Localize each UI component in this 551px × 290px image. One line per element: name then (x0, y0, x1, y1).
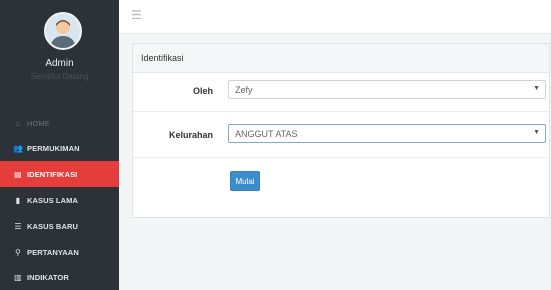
sidebar-item-label: INDIKATOR (27, 272, 69, 282)
kelurahan-select[interactable]: ANGGUT ATAS ▼ (228, 124, 546, 143)
user-profile: Admin Senarlut Datang (0, 0, 119, 100)
admin-name: Admin (45, 58, 74, 69)
identifikasi-panel: Identifikasi Oleh Zefy ▼ Kelurahan ANGGU… (132, 43, 550, 218)
kelurahan-select-value: ANGGUT ATAS (235, 128, 298, 139)
home-icon: ⌂ (15, 118, 21, 128)
sidebar-item-label: HOME (27, 118, 50, 128)
mulai-button[interactable]: Mulai (230, 171, 260, 191)
panel-title: Identifikasi (133, 44, 549, 73)
user-avatar-icon (46, 14, 80, 48)
sidebar-item-label: KASUS BARU (27, 221, 79, 231)
sidebar-item-home[interactable]: ⌂ HOME (0, 110, 119, 136)
bookmark-icon: ▮ (15, 195, 21, 205)
question-icon: ⚲ (15, 247, 21, 257)
sidebar-item-permukiman[interactable]: 👥 PERMUKIMAN (0, 135, 119, 161)
list-icon: ☰ (14, 221, 22, 231)
chevron-down-icon: ▼ (533, 129, 540, 136)
book-icon: ▤ (14, 169, 22, 179)
sidebar: Admin Senarlut Datang ⌂ HOME 👥 PERMUKIMA… (0, 0, 119, 290)
divider (133, 157, 549, 158)
kelurahan-label: Kelurahan (168, 130, 213, 140)
avatar (44, 12, 82, 50)
admin-role: Senarlut Datang (30, 72, 89, 81)
divider (133, 111, 549, 112)
sidebar-item-kasus-baru[interactable]: ☰ KASUS BARU (0, 213, 119, 239)
oleh-select-value: Zefy (235, 84, 253, 95)
chevron-down-icon: ▼ (533, 85, 540, 92)
people-icon: 👥 (13, 143, 24, 153)
sidebar-item-identifikasi[interactable]: ▤ IDENTIFIKASI (0, 161, 119, 187)
sidebar-item-label: PERTANYAAN (27, 247, 79, 257)
sidebar-item-label: IDENTIFIKASI (27, 169, 78, 179)
bar-chart-icon: ▥ (14, 272, 22, 282)
sidebar-item-label: PERMUKIMAN (27, 143, 80, 153)
top-bar: ☰ (119, 0, 551, 34)
oleh-select[interactable]: Zefy ▼ (228, 80, 546, 99)
oleh-label: Oleh (192, 86, 213, 96)
sidebar-item-pertanyaan[interactable]: ⚲ PERTANYAAN (0, 239, 119, 265)
sidebar-item-label: KASUS LAMA (27, 195, 78, 205)
sidebar-item-kasus-lama[interactable]: ▮ KASUS LAMA (0, 187, 119, 213)
sidebar-item-indikator[interactable]: ▥ INDIKATOR (0, 264, 119, 290)
hamburger-icon[interactable]: ☰ (131, 8, 142, 22)
